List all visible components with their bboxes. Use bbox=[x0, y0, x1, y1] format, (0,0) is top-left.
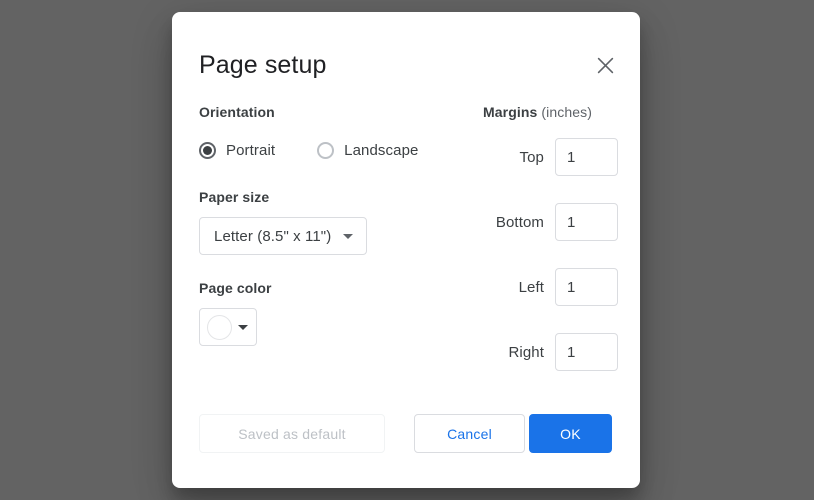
page-color-dropdown[interactable] bbox=[199, 308, 257, 346]
margin-row-left: Left bbox=[483, 268, 618, 306]
close-icon[interactable] bbox=[592, 52, 618, 78]
page-setup-dialog: Page setup Orientation Portrait Landscap… bbox=[172, 12, 640, 488]
saved-as-default-button[interactable]: Saved as default bbox=[199, 414, 385, 453]
margin-label-bottom: Bottom bbox=[495, 213, 544, 231]
margin-row-bottom: Bottom bbox=[483, 203, 618, 241]
chevron-down-icon bbox=[343, 233, 354, 239]
dialog-footer: Saved as default Cancel OK bbox=[172, 396, 640, 488]
margin-input-right[interactable] bbox=[555, 333, 618, 371]
paper-size-label: Paper size bbox=[199, 189, 270, 205]
cancel-button[interactable]: Cancel bbox=[414, 414, 525, 453]
margin-label-left: Left bbox=[518, 278, 544, 296]
margin-input-top[interactable] bbox=[555, 138, 618, 176]
paper-size-dropdown[interactable]: Letter (8.5" x 11") bbox=[199, 217, 368, 255]
margin-input-left[interactable] bbox=[555, 268, 618, 306]
radio-unchecked-icon bbox=[317, 142, 335, 159]
paper-size-value: Letter (8.5" x 11") bbox=[214, 227, 332, 245]
ok-button[interactable]: OK bbox=[529, 414, 612, 453]
margins-units: (inches) bbox=[541, 104, 592, 120]
page-color-label: Page color bbox=[199, 280, 272, 296]
chevron-down-icon bbox=[238, 324, 248, 330]
radio-label-landscape: Landscape bbox=[344, 142, 419, 159]
radio-option-portrait[interactable]: Portrait bbox=[199, 142, 275, 159]
page-title: Page setup bbox=[199, 51, 327, 79]
radio-label-portrait: Portrait bbox=[226, 142, 276, 159]
page-color-swatch bbox=[207, 314, 232, 340]
radio-option-landscape[interactable]: Landscape bbox=[317, 142, 418, 159]
margin-label-right: Right bbox=[508, 343, 544, 361]
orientation-radio-group: Portrait Landscape bbox=[199, 142, 418, 159]
margins-label: Margins (inches) bbox=[483, 104, 592, 120]
orientation-label: Orientation bbox=[199, 104, 275, 120]
margin-row-right: Right bbox=[483, 333, 618, 371]
radio-checked-icon bbox=[199, 142, 216, 159]
margin-input-bottom[interactable] bbox=[555, 203, 618, 241]
margin-label-top: Top bbox=[519, 148, 544, 166]
dialog-header: Page setup bbox=[172, 12, 640, 96]
margins-title: Margins bbox=[483, 104, 538, 120]
margin-row-top: Top bbox=[483, 138, 618, 176]
